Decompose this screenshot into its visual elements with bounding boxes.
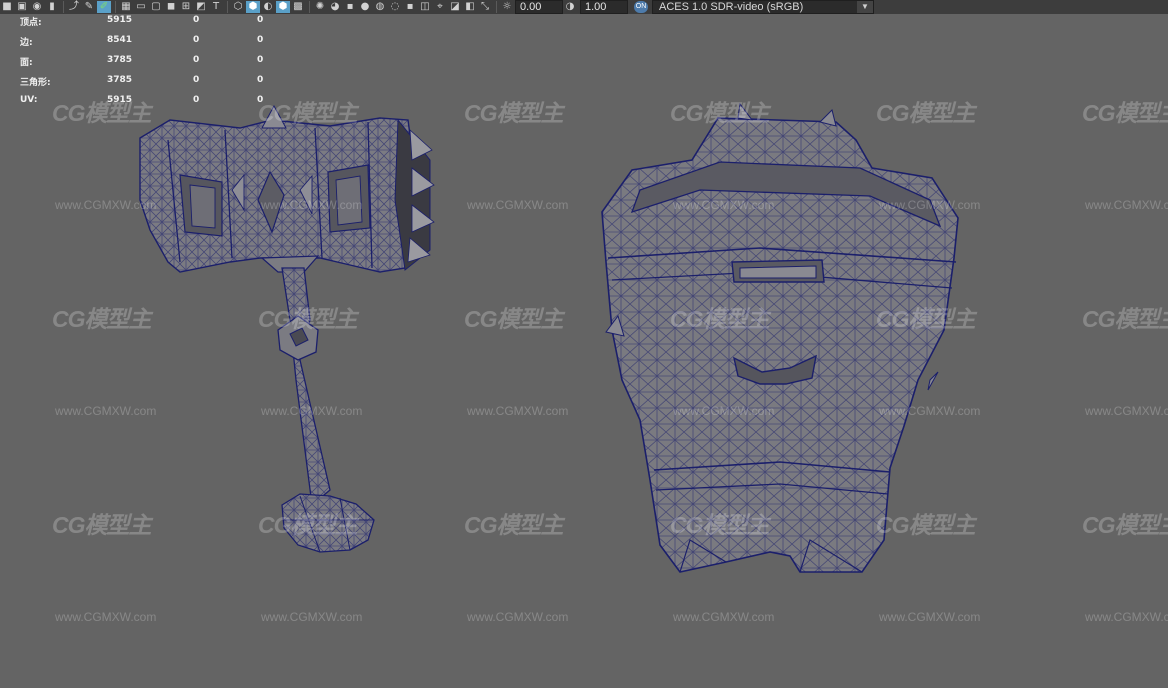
select-camera-icon[interactable]: ⤴ <box>67 1 81 13</box>
shadows-icon[interactable]: ◕ <box>328 1 342 13</box>
xray-active-components-icon[interactable]: ◪ <box>448 1 462 13</box>
backface-culling-icon[interactable]: ◧ <box>463 1 477 13</box>
paint-select-icon[interactable]: ✎ <box>82 1 96 13</box>
bookmark-camera-icon[interactable]: ▣ <box>15 1 29 13</box>
toolbar-separator <box>496 1 497 13</box>
hud-value: 0 <box>193 35 200 45</box>
hud-value: 0 <box>193 75 200 85</box>
hud-value: 0 <box>257 35 264 45</box>
hud-row-uvs: UV: 5915 0 0 <box>20 95 280 115</box>
xray-joints-icon[interactable]: ⌖ <box>433 1 447 13</box>
hud-value: 5915 <box>107 15 133 25</box>
textured-icon[interactable]: ▩ <box>291 1 305 13</box>
camera-attributes-icon[interactable]: ◉ <box>30 1 44 13</box>
grease-pencil-icon[interactable]: ✐ <box>97 1 111 13</box>
hud-value: 0 <box>257 75 264 85</box>
xray-icon[interactable]: ⤡ <box>478 1 492 13</box>
multisample-aa-icon[interactable]: ◍ <box>373 1 387 13</box>
isolate-select-icon[interactable]: ▪ <box>403 1 417 13</box>
wireframe-on-shaded-icon[interactable]: ⬢ <box>276 1 290 13</box>
smooth-shade-icon[interactable]: ⬢ <box>246 1 260 13</box>
toolbar-separator <box>63 1 64 13</box>
hud-row-vertices: 顶点: 5915 0 0 <box>20 15 280 35</box>
resolution-gate-icon[interactable]: ▢ <box>149 1 163 13</box>
camera-icon[interactable]: ■ <box>0 1 14 13</box>
default-material-icon[interactable]: ◐ <box>261 1 275 13</box>
hud-label: 面: <box>20 58 33 68</box>
viewport-3d[interactable]: CG模型主 CG模型主 CG模型主 CG模型主 CG模型主 CG模型主 www.… <box>0 0 1168 688</box>
xray-icon[interactable]: ◫ <box>418 1 432 13</box>
hud-value: 0 <box>257 95 264 105</box>
use-all-lights-icon[interactable]: ✺ <box>313 1 327 13</box>
hud-value: 0 <box>193 15 200 25</box>
hud-row-faces: 面: 3785 0 0 <box>20 55 280 75</box>
wireframe-icon[interactable]: ⬡ <box>231 1 245 13</box>
gamma-icon[interactable]: ◑ <box>563 1 577 13</box>
color-management-toggle[interactable]: ON <box>634 1 648 13</box>
motion-blur-icon[interactable]: ● <box>358 1 372 13</box>
viewport-toolbar: ■ ▣ ◉ ▮ ⤴ ✎ ✐ ▦ ▭ ▢ ◼ ⊞ ◩ T ⬡ ⬢ ◐ ⬢ ▩ ✺ … <box>0 0 1168 14</box>
hud-value: 8541 <box>107 35 133 45</box>
field-chart-icon[interactable]: ⊞ <box>179 1 193 13</box>
gamma-field[interactable]: 1.00 <box>580 0 628 14</box>
hud-row-triangles: 三角形: 3785 0 0 <box>20 75 280 95</box>
hud-label: 顶点: <box>20 18 42 28</box>
hud-value: 0 <box>257 15 264 25</box>
exposure-field[interactable]: 0.00 <box>515 0 563 14</box>
hud-value: 0 <box>193 55 200 65</box>
grid-icon[interactable]: ▦ <box>119 1 133 13</box>
hud-label: 三角形: <box>20 78 51 88</box>
exposure-icon[interactable]: ☼ <box>500 1 514 13</box>
hud-label: UV: <box>20 95 38 105</box>
toolbar-separator <box>115 1 116 13</box>
hud-value: 5915 <box>107 95 133 105</box>
colorspace-label: ACES 1.0 SDR-video (sRGB) <box>659 1 804 13</box>
chevron-down-icon[interactable]: ▼ <box>857 1 873 13</box>
hammer-head-wireframe-mesh[interactable] <box>601 102 959 573</box>
safe-action-icon[interactable]: ◩ <box>194 1 208 13</box>
colorspace-dropdown[interactable]: ACES 1.0 SDR-video (sRGB) ▼ <box>652 0 874 14</box>
safe-title-icon[interactable]: T <box>209 1 223 13</box>
gate-mask-icon[interactable]: ◼ <box>164 1 178 13</box>
hud-row-edges: 边: 8541 0 0 <box>20 35 280 55</box>
screen-space-ao-icon[interactable]: ▪ <box>343 1 357 13</box>
hammer-wireframe-mesh[interactable] <box>139 104 435 553</box>
toolbar-separator <box>227 1 228 13</box>
hud-value: 3785 <box>107 55 133 65</box>
hud-label: 边: <box>20 38 33 48</box>
hud-value: 0 <box>193 95 200 105</box>
hud-value: 3785 <box>107 75 133 85</box>
poly-count-hud: 顶点: 5915 0 0 边: 8541 0 0 面: 3785 0 0 三角形… <box>20 15 280 115</box>
film-gate-icon[interactable]: ▭ <box>134 1 148 13</box>
depth-of-field-icon[interactable]: ◌ <box>388 1 402 13</box>
hud-value: 0 <box>257 55 264 65</box>
toolbar-separator <box>309 1 310 13</box>
image-plane-icon[interactable]: ▮ <box>45 1 59 13</box>
